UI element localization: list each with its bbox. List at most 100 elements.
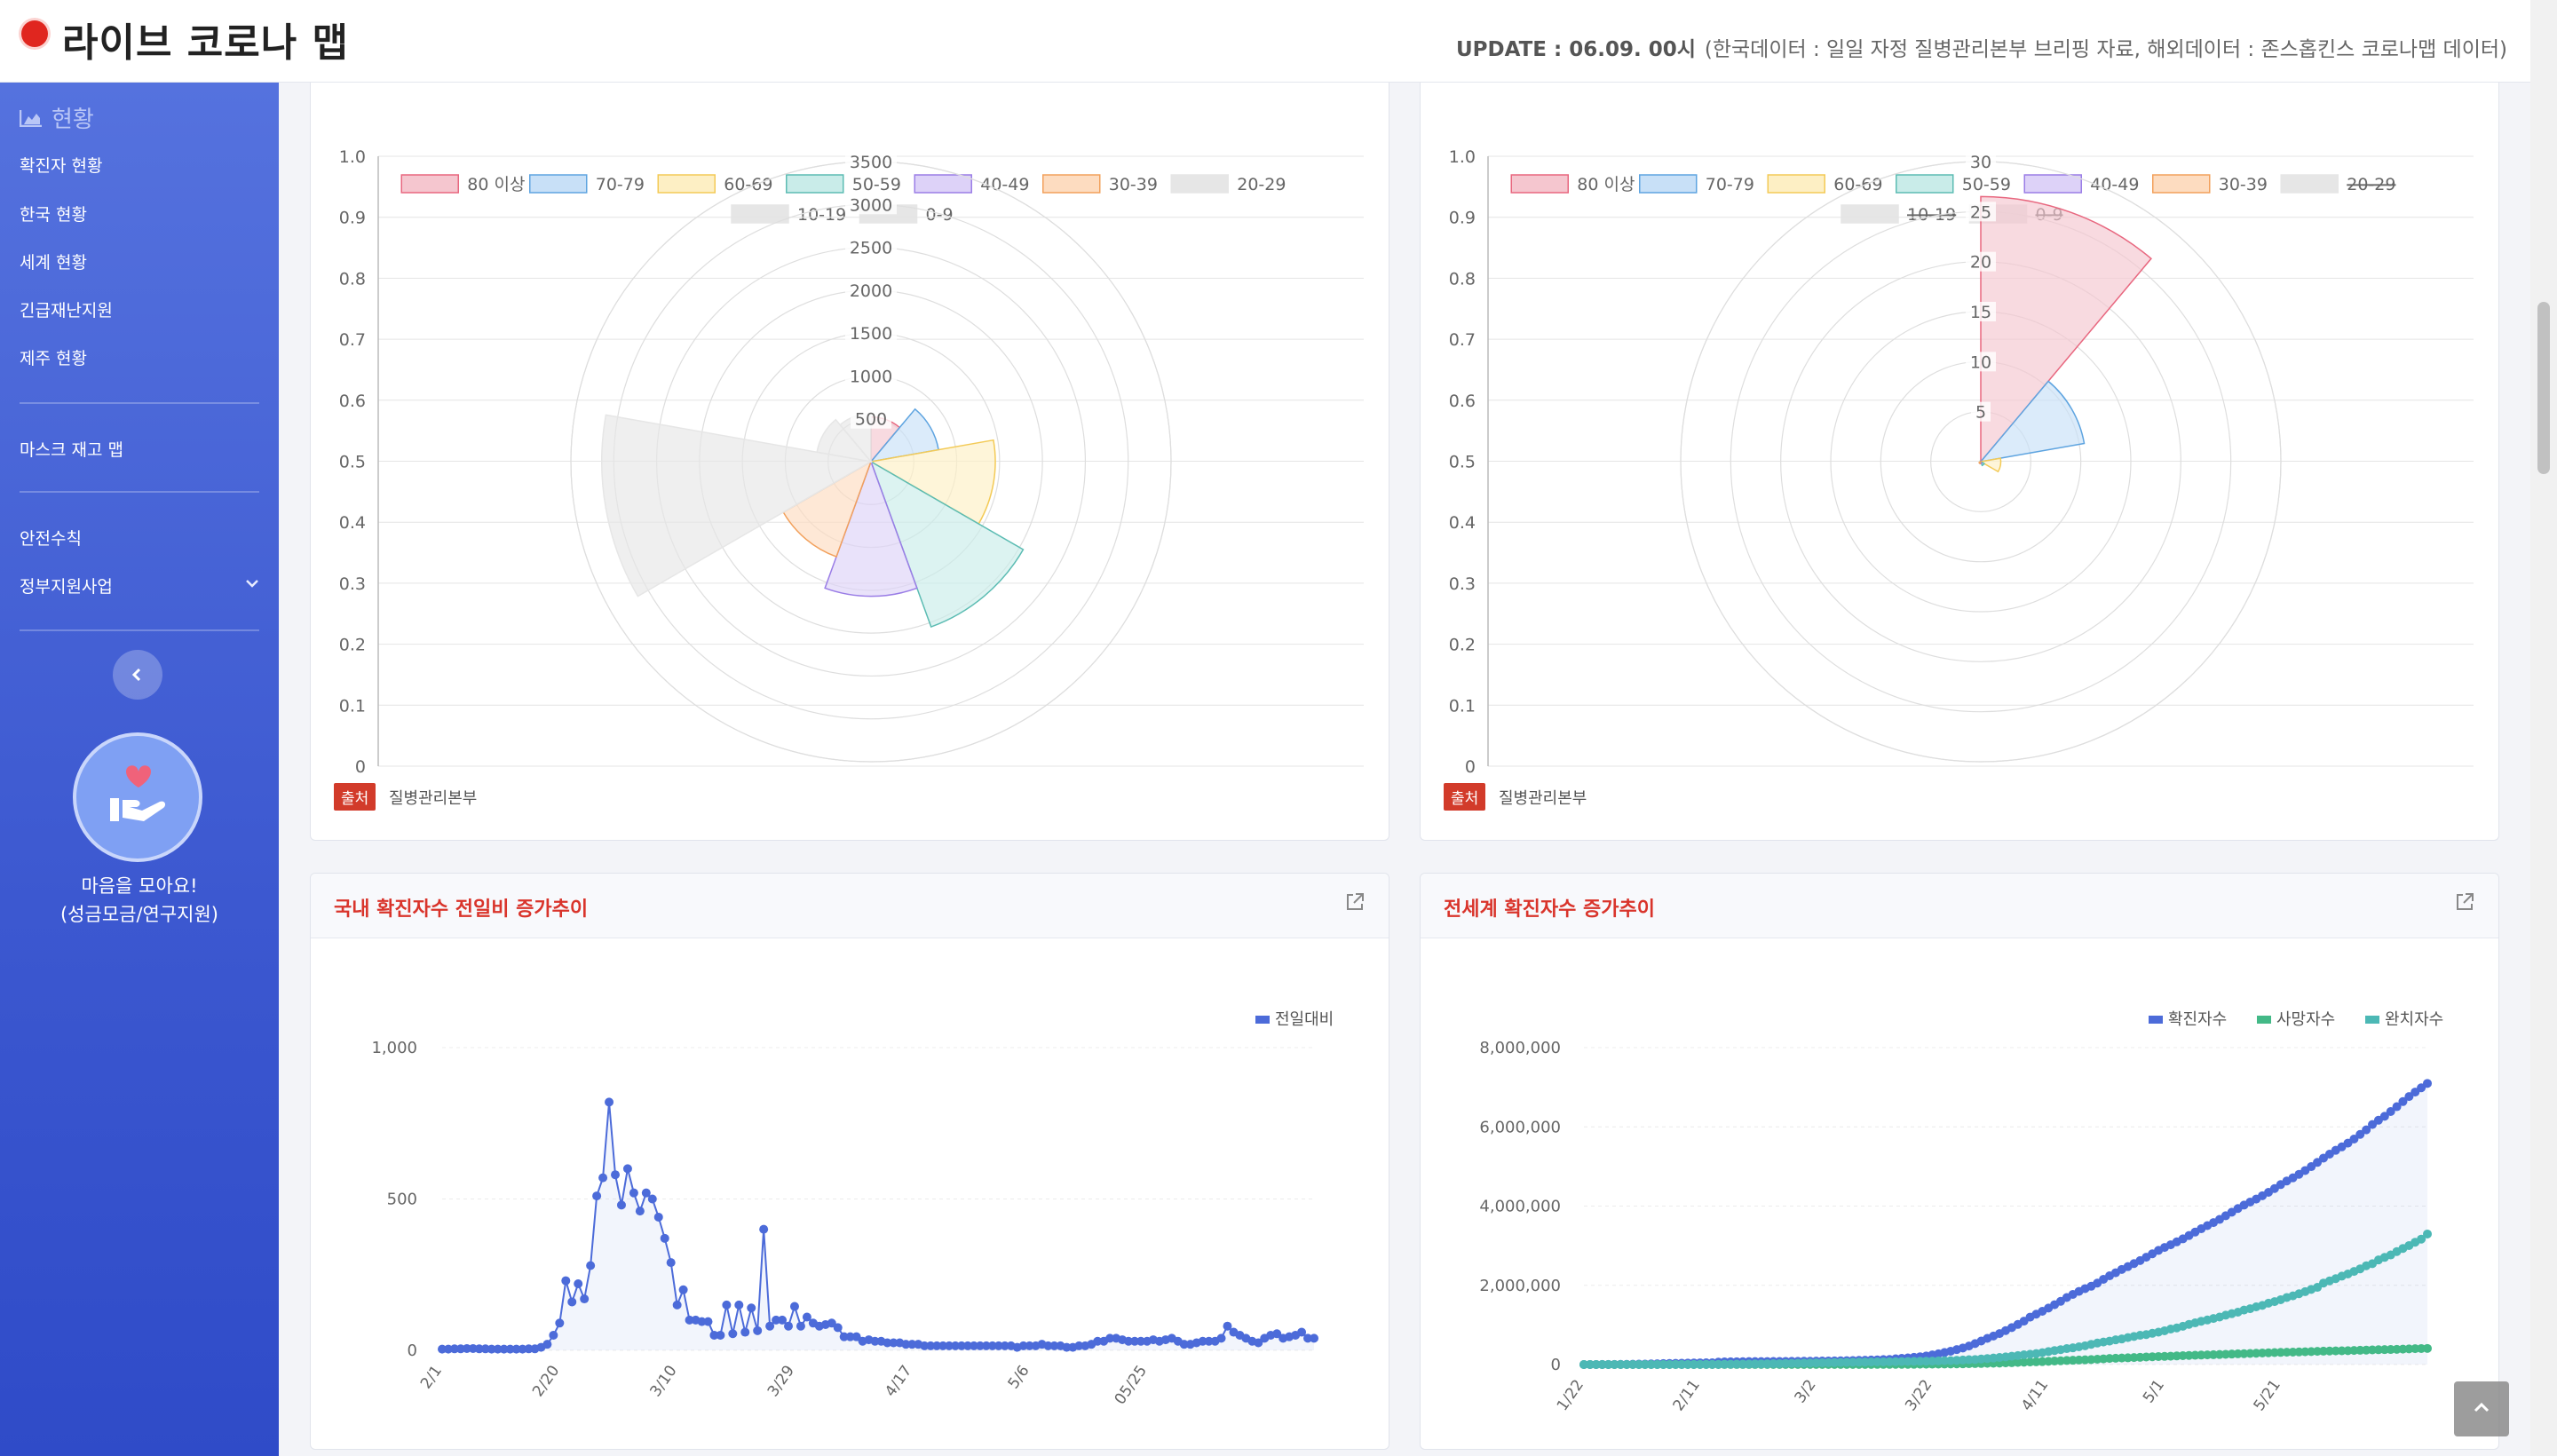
sidebar-item-korea[interactable]: 한국 현황	[20, 202, 87, 226]
card-title: 전세계 확진자수 증가추이	[1444, 898, 1655, 921]
legend-label: 10-19	[797, 205, 846, 225]
y-tick-label: 0.7	[1449, 330, 1476, 350]
x-tick-label: 5/6	[1005, 1362, 1033, 1392]
top-header: 라이브 코로나 맵 UPDATE : 06.09. 00시 (한국데이터 : 일일…	[0, 0, 2530, 83]
sidebar-item-safety[interactable]: 안전수칙	[20, 526, 82, 550]
sidebar-item-jeju[interactable]: 제주 현황	[20, 345, 87, 369]
scrollbar-thumb[interactable]	[2537, 302, 2550, 474]
legend-label: 80 이상	[467, 175, 525, 194]
data-point	[542, 1340, 552, 1349]
data-point	[753, 1325, 763, 1335]
sidebar-collapse-button[interactable]	[113, 650, 162, 700]
card-header: 국내 확진자수 전일비 증가추이	[311, 874, 1389, 938]
legend-label: 완치자수	[2385, 1010, 2443, 1029]
data-point	[580, 1294, 590, 1304]
radial-tick-label: 3000	[850, 195, 892, 215]
donate-line1[interactable]: 마음을 모아요!	[0, 872, 279, 898]
external-link-icon[interactable]	[2454, 891, 2475, 916]
data-point	[2423, 1229, 2432, 1238]
chevron-down-icon	[245, 575, 259, 592]
donate-button[interactable]	[73, 732, 202, 862]
x-tick-label: 4/17	[882, 1362, 915, 1400]
y-tick-label: 0.2	[339, 636, 366, 655]
legend-label: 20-29	[1237, 175, 1286, 194]
data-point	[747, 1303, 756, 1313]
sidebar-item-world[interactable]: 세계 현황	[20, 249, 87, 273]
legend-label: 20-29	[2347, 175, 2395, 194]
age-polar-card-confirmed: 80 이상 70-79 60-69 50-59 40-49 30-39 20-29 10-19…	[310, 82, 1389, 841]
external-link-icon[interactable]	[1344, 891, 1366, 916]
page-scrollbar[interactable]	[2530, 0, 2557, 1456]
data-point	[734, 1300, 744, 1310]
y-tick-label: 0	[1551, 1356, 1561, 1374]
legend-swatch	[2149, 1016, 2163, 1024]
y-tick-label: 8,000,000	[1479, 1039, 1561, 1057]
sidebar-item-confirmed[interactable]: 확진자 현황	[20, 153, 102, 177]
legend-swatch	[2257, 1016, 2271, 1024]
app-title[interactable]: 라이브 코로나 맵	[62, 11, 349, 67]
legend-swatch	[400, 174, 459, 194]
x-tick-label: 5/21	[2251, 1376, 2284, 1414]
series-area	[442, 1102, 1314, 1350]
data-point	[605, 1097, 614, 1107]
legend-swatch	[914, 174, 972, 194]
y-tick-label: 0	[355, 757, 366, 774]
data-point	[2423, 1343, 2432, 1353]
data-point	[635, 1207, 645, 1216]
radial-tick-label: 20	[1970, 253, 1991, 273]
legend-swatch	[1170, 174, 1229, 194]
sidebar-item-mask-map[interactable]: 마스크 재고 맵	[20, 437, 123, 461]
data-point	[716, 1330, 725, 1340]
legend-swatch	[2280, 174, 2339, 194]
radial-tick-label: 1500	[850, 324, 892, 344]
data-point	[759, 1224, 769, 1234]
donate-line2[interactable]: (성금모금/연구지원)	[0, 900, 279, 927]
data-point	[703, 1317, 713, 1326]
data-point	[592, 1191, 602, 1201]
y-tick-label: 0.8	[339, 269, 366, 289]
x-tick-label: 5/1	[2140, 1376, 2168, 1406]
legend-label: 확진자수	[2168, 1010, 2227, 1029]
legend-swatch	[657, 174, 716, 194]
scroll-to-top-button[interactable]	[2454, 1381, 2509, 1436]
x-tick-label: 3/2	[1792, 1376, 1820, 1406]
data-point	[722, 1300, 732, 1310]
x-tick-label: 3/29	[764, 1362, 798, 1400]
data-point	[574, 1278, 583, 1288]
data-point	[789, 1302, 799, 1311]
data-point	[653, 1212, 663, 1222]
x-tick-label: 3/10	[646, 1362, 680, 1400]
update-label: UPDATE : 06.09. 00시	[1455, 38, 1696, 61]
data-point	[611, 1170, 621, 1180]
y-tick-label: 0.8	[1449, 269, 1476, 289]
y-tick-label: 4,000,000	[1479, 1198, 1561, 1216]
legend-swatch	[1841, 204, 1899, 224]
sidebar-item-relief[interactable]: 긴급재난지원	[20, 297, 113, 321]
y-tick-label: 0	[1465, 757, 1476, 774]
data-point	[555, 1318, 565, 1328]
y-tick-label: 2,000,000	[1479, 1277, 1561, 1295]
update-info: UPDATE : 06.09. 00시 (한국데이터 : 일일 자정 질병관리본부…	[1456, 32, 2507, 62]
sidebar: 현황 확진자 현황 한국 현황 세계 현황 긴급재난지원 제주 현황 마스크 재…	[0, 82, 279, 1456]
y-tick-label: 1.0	[339, 147, 366, 167]
sidebar-section-label: 현황	[51, 107, 94, 133]
x-tick-label: 3/22	[1902, 1376, 1936, 1414]
y-tick-label: 1,000	[371, 1039, 417, 1057]
polar-slice	[1978, 460, 1983, 465]
y-tick-label: 6,000,000	[1479, 1118, 1561, 1136]
data-point	[561, 1276, 571, 1286]
x-tick-label: 4/11	[2018, 1376, 2052, 1414]
legend-swatch	[1896, 174, 1954, 194]
legend-label: 30-39	[1109, 175, 1158, 194]
data-point	[629, 1188, 638, 1198]
y-tick-label: 0.5	[1449, 453, 1476, 472]
legend-label: 70-79	[1706, 175, 1754, 194]
legend-swatch	[731, 204, 789, 224]
legend-swatch	[1255, 1016, 1270, 1024]
y-tick-label: 0.2	[1449, 636, 1476, 655]
y-tick-label: 0.4	[339, 513, 366, 533]
sidebar-item-gov-support[interactable]: 정부지원사업	[20, 574, 259, 597]
legend-label: 0-9	[926, 205, 954, 225]
series-area	[1584, 1083, 2427, 1365]
radial-tick-label: 15	[1970, 303, 1991, 322]
